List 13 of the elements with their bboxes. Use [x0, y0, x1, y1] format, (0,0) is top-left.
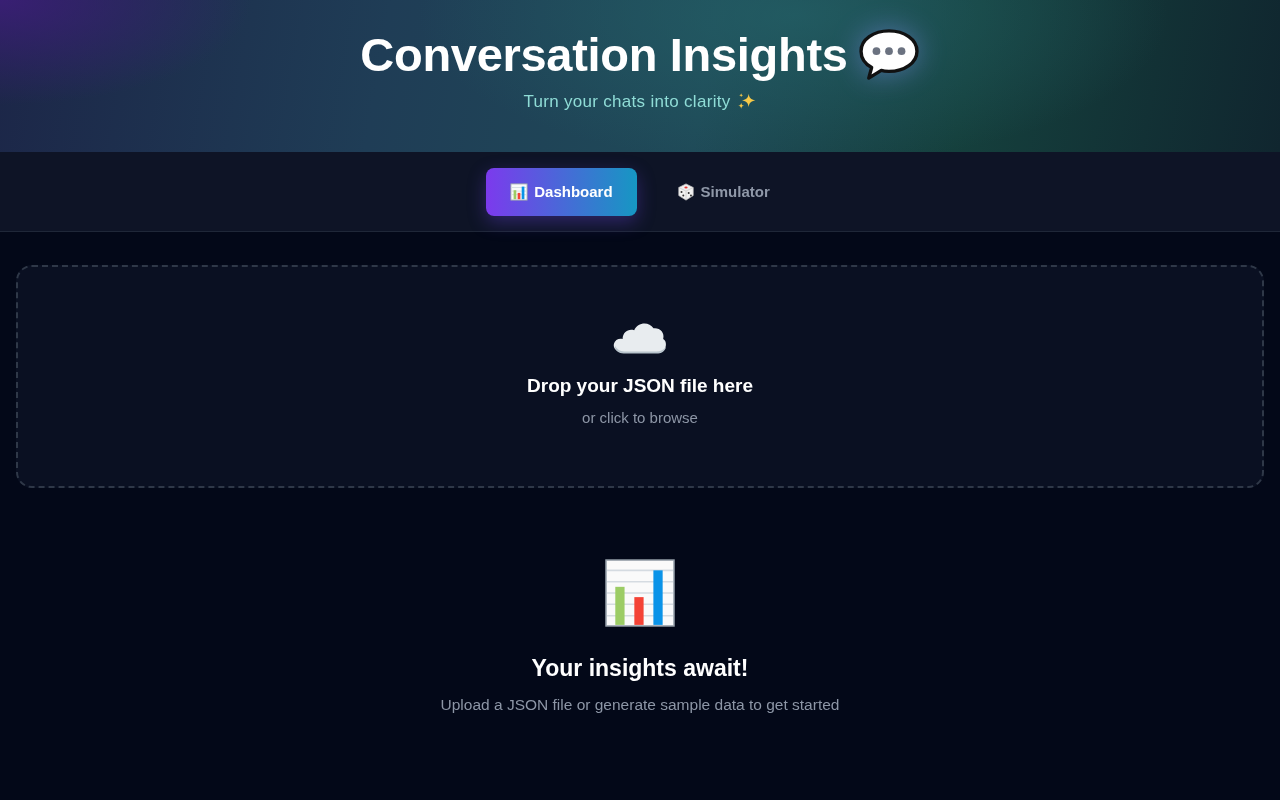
empty-state-message: Upload a JSON file or generate sample data to get started [440, 696, 840, 714]
bar-chart-icon [605, 559, 675, 627]
bar-chart-icon [510, 182, 529, 201]
empty-state-title: Your insights await! [531, 655, 749, 682]
drop-zone-title: Drop your JSON file here [527, 375, 753, 397]
drop-zone-hint: or click to browse [582, 409, 698, 426]
app-subtitle: Turn your chats into clarity [523, 92, 731, 112]
speech-bubble-icon [857, 28, 920, 82]
tab[interactable]: Simulator [652, 167, 794, 216]
tab[interactable]: Dashboard [486, 167, 637, 216]
app-title: Conversation Insights [360, 27, 848, 83]
file-drop-zone[interactable]: Drop your JSON file here or click to browse [16, 265, 1264, 488]
dice-icon [676, 182, 695, 201]
